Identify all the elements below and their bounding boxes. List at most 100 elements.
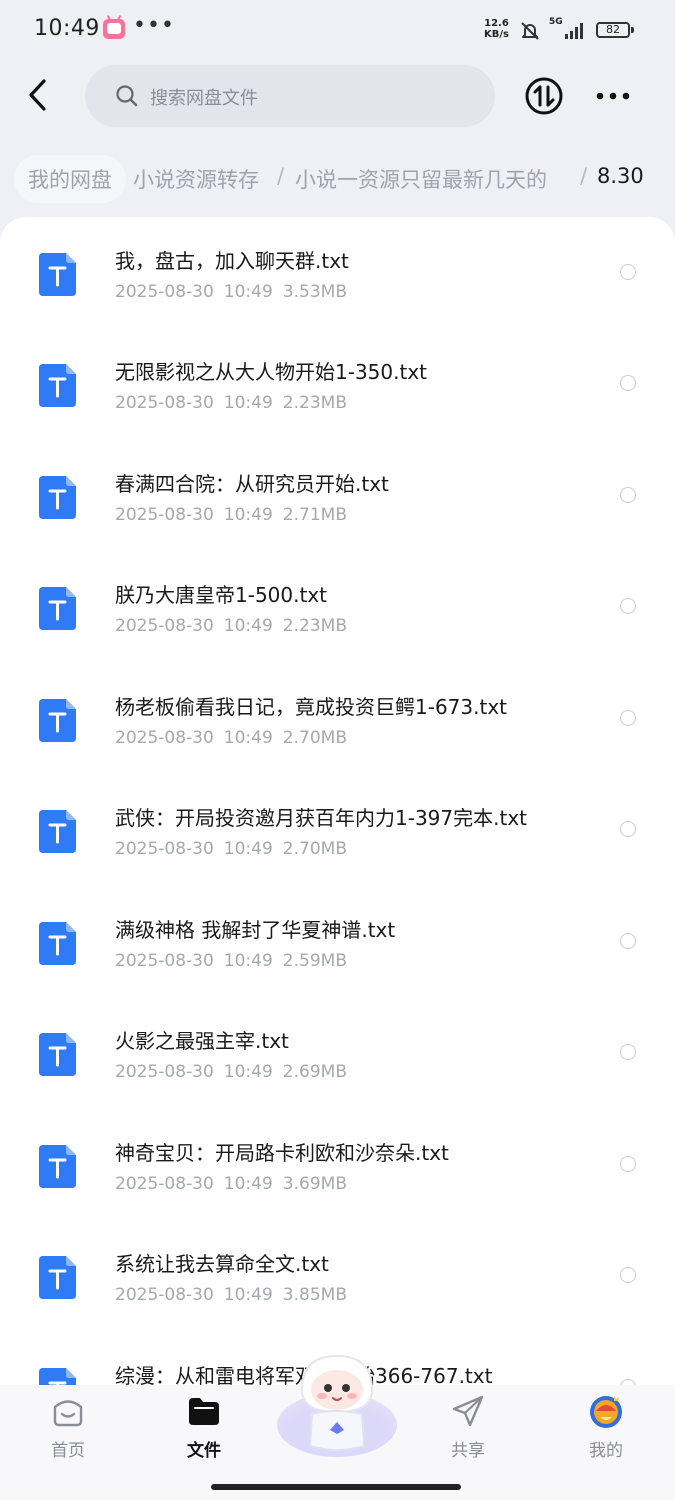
text-file-icon — [39, 1145, 76, 1188]
file-select-checkbox[interactable] — [620, 487, 636, 503]
file-select-checkbox[interactable] — [620, 821, 636, 837]
file-time: 10:49 — [223, 282, 273, 302]
file-meta: 2025-08-30 10:49 2.70MB — [115, 728, 357, 748]
file-meta: 2025-08-30 10:49 2.69MB — [115, 1062, 357, 1082]
file-time: 10:49 — [223, 1174, 273, 1194]
battery-level: 82 — [606, 23, 620, 36]
file-time: 10:49 — [223, 1285, 273, 1305]
text-file-icon — [39, 922, 76, 965]
text-file-icon — [39, 476, 76, 519]
file-date: 2025-08-30 — [115, 505, 214, 525]
file-meta: 2025-08-30 10:49 2.70MB — [115, 839, 357, 859]
home-icon — [53, 1400, 83, 1427]
back-button[interactable] — [20, 75, 60, 115]
file-row[interactable]: 春满四合院：从研究员开始.txt 2025-08-30 10:49 2.71MB — [0, 440, 675, 551]
transfer-list-button[interactable] — [524, 76, 564, 116]
more-options-button[interactable] — [594, 82, 634, 110]
file-select-checkbox[interactable] — [620, 1044, 636, 1060]
breadcrumb-level1[interactable]: 小说资源转存 — [133, 164, 259, 194]
text-file-icon — [39, 1033, 76, 1076]
nav-mine[interactable]: 我的 — [556, 1385, 656, 1475]
file-size: 2.70MB — [282, 839, 347, 859]
text-file-icon — [39, 364, 76, 407]
folder-icon — [189, 1398, 219, 1425]
text-file-icon — [39, 699, 76, 742]
signal-bars-icon — [565, 23, 583, 39]
file-row[interactable]: 满级神格 我解封了华夏神谱.txt 2025-08-30 10:49 2.59MB — [0, 886, 675, 997]
file-row[interactable]: 杨老板偷看我日记，竟成投资巨鳄1-673.txt 2025-08-30 10:49 2… — [0, 663, 675, 774]
breadcrumb-current: 8.30 — [597, 164, 644, 188]
text-file-icon — [39, 810, 76, 853]
file-meta: 2025-08-30 10:49 2.23MB — [115, 616, 357, 636]
file-meta: 2025-08-30 10:49 3.53MB — [115, 282, 357, 302]
file-select-checkbox[interactable] — [620, 710, 636, 726]
file-meta: 2025-08-30 10:49 2.59MB — [115, 951, 357, 971]
nav-share[interactable]: 共享 — [418, 1385, 518, 1475]
breadcrumb-root[interactable]: 我的网盘 — [14, 155, 126, 203]
file-select-checkbox[interactable] — [620, 598, 636, 614]
nav-files-label: 文件 — [187, 1441, 221, 1461]
file-size: 3.85MB — [282, 1285, 347, 1305]
file-row[interactable]: 无限影视之从大人物开始1-350.txt 2025-08-30 10:49 2.23M… — [0, 328, 675, 439]
file-meta: 2025-08-30 10:49 2.23MB — [115, 393, 357, 413]
file-row[interactable]: 武侠：开局投资邀月获百年内力1-397完本.txt 2025-08-30 10:49… — [0, 774, 675, 885]
file-time: 10:49 — [223, 505, 273, 525]
file-date: 2025-08-30 — [115, 1285, 214, 1305]
nav-files[interactable]: 文件 — [154, 1385, 254, 1475]
bell-mute-icon — [521, 22, 539, 40]
file-size: 2.70MB — [282, 728, 347, 748]
home-indicator[interactable] — [211, 1484, 461, 1490]
file-name: 朕乃大唐皇帝1-500.txt — [115, 583, 327, 607]
file-row[interactable]: 我，盘古，加入聊天群.txt 2025-08-30 10:49 3.53MB — [0, 217, 675, 328]
text-file-icon — [39, 587, 76, 630]
status-time: 10:49 — [34, 16, 100, 41]
file-row[interactable]: 神奇宝贝：开局路卡利欧和沙奈朵.txt 2025-08-30 10:49 3.69MB — [0, 1109, 675, 1220]
file-select-checkbox[interactable] — [620, 375, 636, 391]
battery-cap — [631, 27, 634, 33]
file-time: 10:49 — [223, 1062, 273, 1082]
ai-assistant-mascot-button[interactable] — [272, 1350, 402, 1460]
file-date: 2025-08-30 — [115, 728, 214, 748]
file-date: 2025-08-30 — [115, 839, 214, 859]
file-select-checkbox[interactable] — [620, 1267, 636, 1283]
file-select-checkbox[interactable] — [620, 264, 636, 280]
search-icon — [116, 85, 138, 107]
send-icon — [452, 1395, 484, 1427]
search-input[interactable]: 搜索网盘文件 — [85, 65, 495, 127]
file-size: 2.69MB — [282, 1062, 347, 1082]
nav-share-label: 共享 — [451, 1441, 485, 1461]
file-date: 2025-08-30 — [115, 393, 214, 413]
network-speed-unit: KB/s — [484, 29, 509, 40]
file-name: 春满四合院：从研究员开始.txt — [115, 472, 389, 496]
breadcrumb-level2[interactable]: 小说一资源只留最新几天的 — [295, 164, 547, 194]
file-name: 武侠：开局投资邀月获百年内力1-397完本.txt — [115, 806, 527, 830]
avatar-icon — [590, 1396, 622, 1428]
file-time: 10:49 — [223, 393, 273, 413]
file-date: 2025-08-30 — [115, 951, 214, 971]
file-select-checkbox[interactable] — [620, 1156, 636, 1172]
nav-home[interactable]: 首页 — [18, 1385, 118, 1475]
file-time: 10:49 — [223, 839, 273, 859]
text-file-icon — [39, 1256, 76, 1299]
file-size: 3.53MB — [282, 282, 347, 302]
more-notifications-indicator: ••• — [133, 13, 175, 38]
file-name: 无限影视之从大人物开始1-350.txt — [115, 360, 427, 384]
status-bar: 10:49 ••• 12.6 KB/s 5G 82 — [0, 0, 675, 62]
file-date: 2025-08-30 — [115, 282, 214, 302]
file-date: 2025-08-30 — [115, 1174, 214, 1194]
text-file-icon — [39, 253, 76, 296]
network-speed: 12.6 KB/s — [484, 18, 509, 40]
nav-mine-label: 我的 — [589, 1441, 623, 1461]
file-name: 满级神格 我解封了华夏神谱.txt — [115, 918, 396, 942]
file-select-checkbox[interactable] — [620, 933, 636, 949]
file-size: 2.71MB — [282, 505, 347, 525]
file-row[interactable]: 火影之最强主宰.txt 2025-08-30 10:49 2.69MB — [0, 997, 675, 1108]
bilibili-notification-icon — [103, 19, 125, 39]
file-row[interactable]: 系统让我去算命全文.txt 2025-08-30 10:49 3.85MB — [0, 1220, 675, 1331]
file-row[interactable]: 朕乃大唐皇帝1-500.txt 2025-08-30 10:49 2.23MB — [0, 551, 675, 662]
file-list: 我，盘古，加入聊天群.txt 2025-08-30 10:49 3.53MB 无限影视之… — [0, 217, 675, 1387]
nav-home-label: 首页 — [51, 1441, 85, 1461]
file-name: 我，盘古，加入聊天群.txt — [115, 249, 349, 273]
file-meta: 2025-08-30 10:49 3.69MB — [115, 1174, 357, 1194]
breadcrumb-separator: / — [580, 164, 588, 188]
